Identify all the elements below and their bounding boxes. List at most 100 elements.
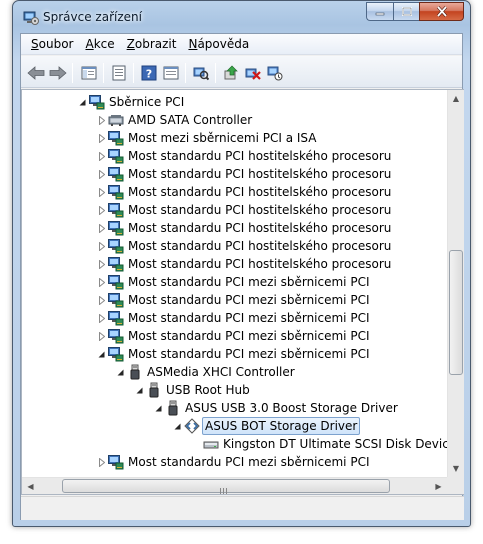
forward-button[interactable] bbox=[48, 63, 68, 83]
help-button[interactable]: ? bbox=[139, 63, 159, 83]
pci-bus-icon bbox=[89, 94, 105, 110]
properties-button[interactable] bbox=[109, 63, 129, 83]
expanded-triangle-icon[interactable] bbox=[154, 399, 163, 417]
collapsed-triangle-icon[interactable] bbox=[97, 147, 106, 165]
collapsed-triangle-icon[interactable] bbox=[97, 237, 106, 255]
horizontal-scroll-thumb[interactable] bbox=[62, 479, 390, 494]
device-manager-app-icon bbox=[23, 11, 39, 25]
show-hide-tree-button[interactable] bbox=[79, 63, 99, 83]
pci-device-icon bbox=[108, 220, 124, 236]
collapsed-triangle-icon[interactable] bbox=[97, 183, 106, 201]
collapsed-triangle-icon[interactable] bbox=[97, 201, 106, 219]
back-button[interactable] bbox=[26, 63, 46, 83]
scroll-up-arrow-icon[interactable]: ▲ bbox=[448, 90, 464, 107]
usb-icon bbox=[165, 400, 181, 416]
tree-row-label: AMD SATA Controller bbox=[128, 113, 253, 127]
update-driver-icon bbox=[224, 65, 238, 80]
tree-row[interactable]: USB Root Hub bbox=[22, 381, 447, 399]
tree-row[interactable]: ASUS USB 3.0 Boost Storage Driver bbox=[22, 399, 447, 417]
expanded-triangle-icon[interactable] bbox=[116, 363, 125, 381]
tree-row[interactable]: Most standardu PCI hostitelského proceso… bbox=[22, 183, 447, 201]
minimize-button[interactable] bbox=[366, 2, 393, 21]
help-icon: ? bbox=[141, 65, 157, 81]
tree-row[interactable]: Most standardu PCI hostitelského proceso… bbox=[22, 237, 447, 255]
tree-row[interactable]: Most standardu PCI hostitelského proceso… bbox=[22, 165, 447, 183]
update-driver-button[interactable] bbox=[221, 63, 241, 83]
scroll-down-arrow-icon[interactable]: ▼ bbox=[448, 460, 464, 477]
tree-row[interactable]: Most standardu PCI hostitelského proceso… bbox=[22, 147, 447, 165]
tree-row[interactable]: Most standardu PCI hostitelského proceso… bbox=[22, 255, 447, 273]
collapsed-triangle-icon[interactable] bbox=[97, 129, 106, 147]
expanded-triangle-icon[interactable] bbox=[78, 93, 87, 111]
menu-bar: Soubor Akce Zobrazit Nápověda bbox=[21, 34, 462, 55]
usb-icon bbox=[127, 364, 143, 380]
collapsed-triangle-icon[interactable] bbox=[97, 309, 106, 327]
tree-row-label: ASMedia XHCI Controller bbox=[147, 365, 295, 379]
horizontal-scrollbar[interactable]: ◀ ▶ bbox=[22, 477, 447, 494]
collapsed-triangle-icon[interactable] bbox=[97, 453, 106, 471]
tree-row[interactable]: Most standardu PCI mezi sběrnicemi PCI bbox=[22, 291, 447, 309]
view-icon bbox=[163, 66, 179, 80]
vertical-scrollbar[interactable]: ▲ ▼ bbox=[447, 90, 464, 477]
expanded-triangle-icon[interactable] bbox=[97, 345, 106, 363]
pci-device-icon bbox=[108, 292, 124, 308]
scrollbar-corner bbox=[447, 477, 464, 494]
tree-row[interactable]: Most standardu PCI hostitelského proceso… bbox=[22, 219, 447, 237]
menu-label-part: obrazit bbox=[134, 37, 177, 51]
menu-zobrazit[interactable]: Zobrazit bbox=[121, 37, 183, 51]
collapsed-triangle-icon[interactable] bbox=[97, 165, 106, 183]
tree-row[interactable]: Most mezi sběrnicemi PCI a ISA bbox=[22, 129, 447, 147]
toolbar-separator bbox=[185, 63, 186, 83]
title-bar[interactable]: Správce zařízení bbox=[13, 1, 470, 33]
tree-row-label: Most standardu PCI hostitelského proceso… bbox=[128, 167, 392, 181]
tree-row[interactable]: Most standardu PCI mezi sběrnicemi PCI bbox=[22, 273, 447, 291]
tree-row-label: Most standardu PCI mezi sběrnicemi PCI bbox=[128, 329, 370, 343]
vertical-scroll-thumb[interactable] bbox=[449, 250, 463, 375]
expanded-triangle-icon[interactable] bbox=[173, 417, 182, 435]
tree-row[interactable]: ASMedia XHCI Controller bbox=[22, 363, 447, 381]
tree-row[interactable]: AMD SATA Controller bbox=[22, 111, 447, 129]
status-bar bbox=[21, 496, 464, 520]
collapsed-triangle-icon[interactable] bbox=[97, 111, 106, 129]
view-button[interactable] bbox=[161, 63, 181, 83]
uninstall-device-button[interactable] bbox=[265, 63, 285, 83]
disable-device-button[interactable] bbox=[243, 63, 263, 83]
pci-device-icon bbox=[108, 148, 124, 164]
tree-row[interactable]: Most standardu PCI mezi sběrnicemi PCI bbox=[22, 345, 447, 363]
device-tree[interactable]: Sběrnice PCI AMD SATA Controller Most mezi… bbox=[22, 90, 447, 477]
collapsed-triangle-icon[interactable] bbox=[97, 219, 106, 237]
toolbar-separator bbox=[103, 63, 104, 83]
tree-row-label: Most standardu PCI mezi sběrnicemi PCI bbox=[128, 311, 370, 325]
tree-row-label: Most standardu PCI hostitelského proceso… bbox=[128, 239, 392, 253]
collapsed-triangle-icon[interactable] bbox=[97, 291, 106, 309]
tree-row[interactable]: Most standardu PCI mezi sběrnicemi PCI bbox=[22, 453, 447, 471]
scroll-right-arrow-icon[interactable]: ▶ bbox=[430, 478, 447, 494]
close-button[interactable] bbox=[419, 2, 464, 21]
menu-akce[interactable]: Akce bbox=[79, 37, 120, 51]
menu-label-part: kce bbox=[93, 37, 115, 51]
tree-row[interactable]: Kingston DT Ultimate SCSI Disk Device bbox=[22, 435, 447, 453]
pci-device-icon bbox=[108, 238, 124, 254]
expanded-triangle-icon[interactable] bbox=[135, 381, 144, 399]
maximize-button[interactable] bbox=[393, 2, 419, 21]
tree-row[interactable]: Sběrnice PCI bbox=[22, 93, 447, 111]
scan-hardware-icon bbox=[193, 67, 209, 81]
menu-napoveda[interactable]: Nápověda bbox=[182, 37, 255, 51]
tree-row-selected[interactable]: ASUS BOT Storage Driver bbox=[22, 417, 447, 435]
tree-row[interactable]: Most standardu PCI mezi sběrnicemi PCI bbox=[22, 327, 447, 345]
collapsed-triangle-icon[interactable] bbox=[97, 327, 106, 345]
scroll-left-arrow-icon[interactable]: ◀ bbox=[22, 478, 39, 494]
tree-row-label: USB Root Hub bbox=[166, 383, 250, 397]
pci-device-icon bbox=[108, 256, 124, 272]
svg-text:?: ? bbox=[146, 68, 152, 81]
disable-device-icon bbox=[245, 68, 261, 80]
pci-device-icon bbox=[108, 184, 124, 200]
collapsed-triangle-icon[interactable] bbox=[97, 255, 106, 273]
tree-row[interactable]: Most standardu PCI hostitelského proceso… bbox=[22, 201, 447, 219]
scan-hardware-button[interactable] bbox=[191, 63, 211, 83]
collapsed-triangle-icon[interactable] bbox=[97, 273, 106, 291]
back-arrow-icon bbox=[27, 66, 45, 80]
menu-label-part: oubor bbox=[38, 37, 74, 51]
menu-soubor[interactable]: Soubor bbox=[25, 37, 79, 51]
tree-row[interactable]: Most standardu PCI mezi sběrnicemi PCI bbox=[22, 309, 447, 327]
